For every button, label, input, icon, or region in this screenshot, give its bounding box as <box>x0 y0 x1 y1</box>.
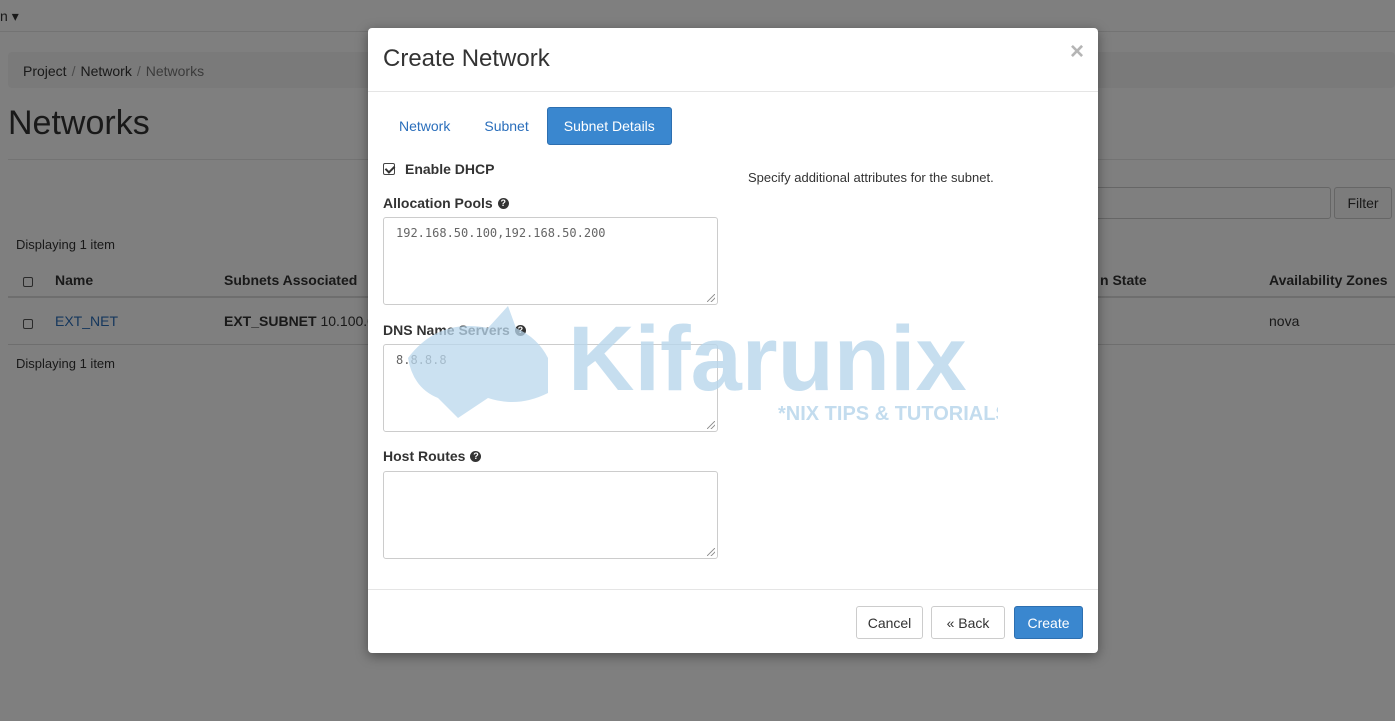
allocation-pools-label: Allocation Pools ? <box>383 195 509 211</box>
cancel-button[interactable]: Cancel <box>856 606 923 639</box>
back-button[interactable]: « Back <box>931 606 1005 639</box>
watermark-tagline: *NIX TIPS & TUTORIALS <box>778 403 998 425</box>
question-circle-icon[interactable]: ? <box>470 450 482 462</box>
checkbox-icon[interactable] <box>383 163 395 175</box>
create-button[interactable]: Create <box>1014 606 1083 639</box>
allocation-pools-textarea[interactable]: 192.168.50.100,192.168.50.200 <box>383 217 718 305</box>
close-icon[interactable]: × <box>1070 40 1084 64</box>
tab-network[interactable]: Network <box>383 107 466 145</box>
modal-title: Create Network <box>383 45 550 72</box>
question-circle-icon[interactable]: ? <box>514 324 526 336</box>
dns-name-servers-textarea[interactable]: 8.8.8.8 <box>383 344 718 432</box>
create-network-modal: Create Network × Network Subnet Subnet D… <box>368 28 1098 653</box>
question-circle-icon[interactable]: ? <box>497 197 509 209</box>
tab-subnet[interactable]: Subnet <box>468 107 544 145</box>
dns-name-servers-label-text: DNS Name Servers <box>383 322 510 338</box>
wizard-tabs: Network Subnet Subnet Details <box>383 107 674 145</box>
host-routes-label: Host Routes ? <box>383 448 482 464</box>
enable-dhcp-label[interactable]: Enable DHCP <box>405 161 494 177</box>
modal-header: Create Network × <box>368 28 1098 92</box>
dns-name-servers-label: DNS Name Servers ? <box>383 322 526 338</box>
allocation-pools-label-text: Allocation Pools <box>383 195 493 211</box>
host-routes-textarea[interactable] <box>383 471 718 559</box>
help-text: Specify additional attributes for the su… <box>748 170 994 185</box>
host-routes-label-text: Host Routes <box>383 448 466 464</box>
enable-dhcp-row: Enable DHCP <box>383 161 494 177</box>
modal-footer: Cancel « Back Create <box>368 589 1098 653</box>
tab-subnet-details[interactable]: Subnet Details <box>546 107 672 145</box>
